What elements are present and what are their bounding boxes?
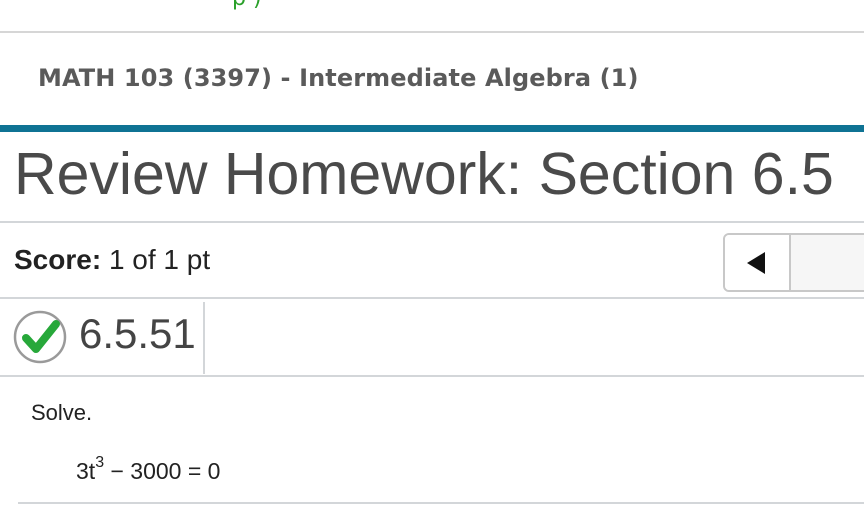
check-circle-icon (13, 310, 67, 364)
page-title: Review Homework: Section 6.5 (14, 141, 834, 207)
problem-header: 6.5.51 (0, 300, 864, 375)
question-navigation (723, 233, 864, 292)
previous-question-button[interactable] (725, 235, 791, 290)
equation-right: − 3000 = 0 (104, 458, 221, 484)
equation-left: 3t (76, 458, 96, 484)
problem-id: 6.5.51 (79, 310, 196, 357)
course-title: MATH 103 (3397) - Intermediate Algebra (… (38, 64, 639, 92)
problem-equation: 3t3 − 3000 = 0 (76, 454, 221, 485)
triangle-left-icon (747, 252, 765, 274)
bottom-divider (18, 502, 864, 504)
score-label: Score: (14, 244, 102, 275)
problem-instruction: Solve. (31, 400, 93, 425)
equation-exponent: 3 (95, 454, 105, 471)
score-divider (0, 297, 864, 299)
accent-divider (0, 125, 864, 132)
score-row: Score: 1 of 1 pt (0, 223, 864, 298)
cut-off-header-text: p ) (232, 0, 262, 11)
top-header-strip: p ) (0, 0, 864, 33)
problem-divider (0, 375, 864, 377)
problem-id-separator (203, 302, 205, 374)
course-bar: MATH 103 (3397) - Intermediate Algebra (… (0, 33, 864, 125)
score-value: 1 of 1 pt (108, 244, 211, 275)
score: Score: 1 of 1 pt (14, 244, 210, 276)
next-question-button[interactable] (791, 235, 864, 290)
